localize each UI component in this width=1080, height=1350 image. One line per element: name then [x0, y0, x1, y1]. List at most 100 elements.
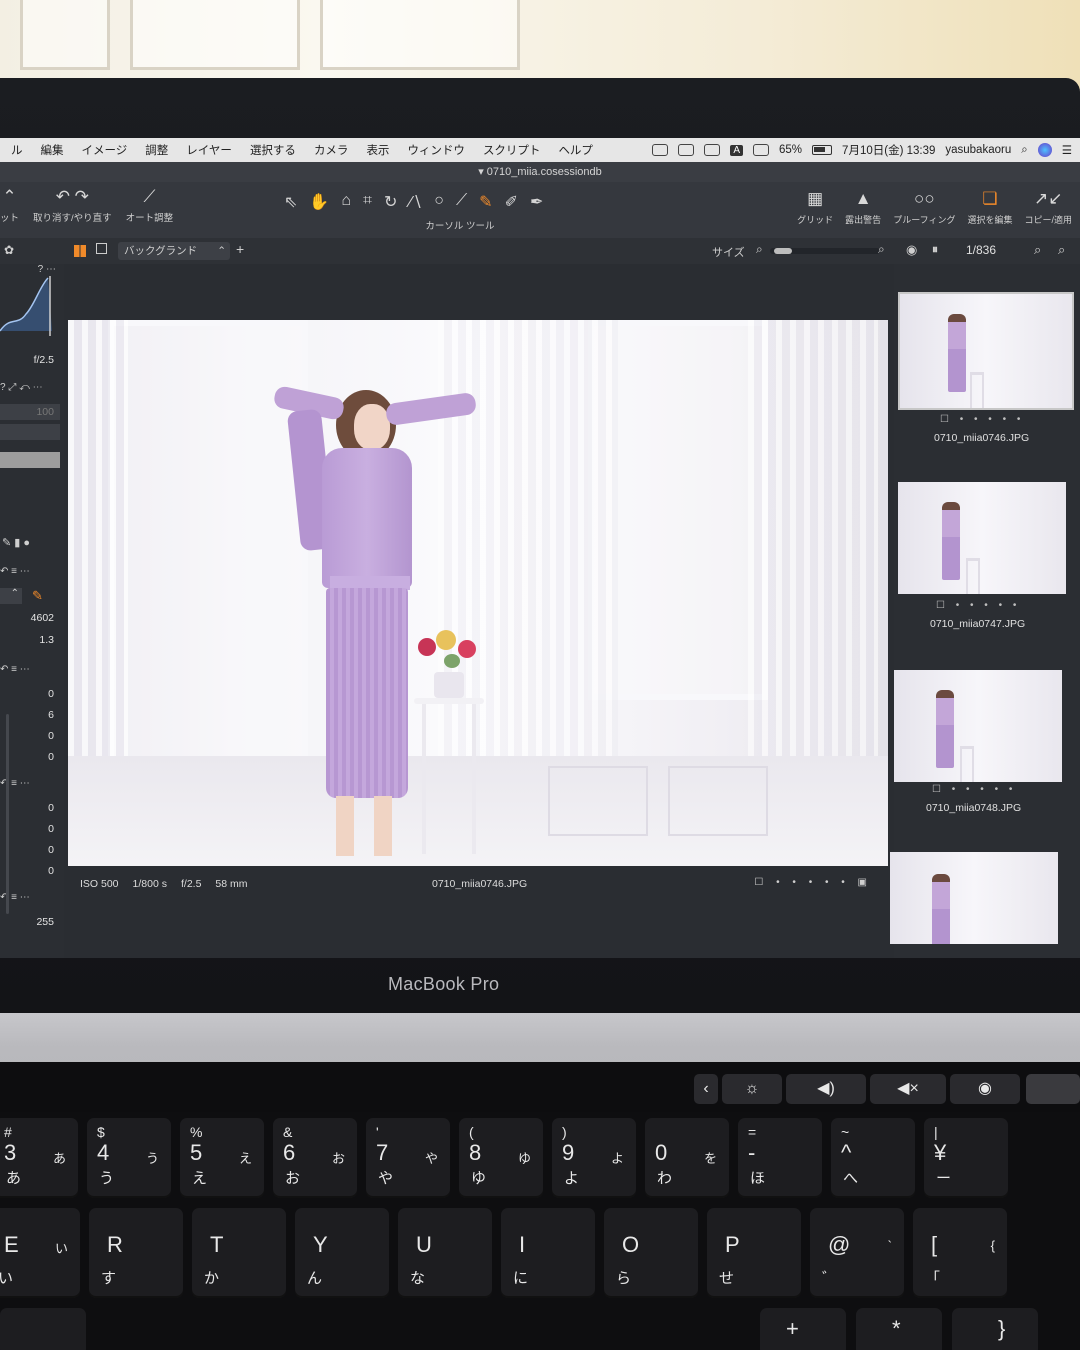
menu-item[interactable]: カメラ — [305, 142, 358, 158]
single-view-icon[interactable] — [96, 243, 107, 254]
panel-tools-icons[interactable]: ↶ ≡ ⋯ — [0, 566, 30, 577]
siri-icon[interactable]: ◉ — [950, 1074, 1020, 1104]
menu-item[interactable]: 調整 — [136, 142, 177, 158]
menu-item[interactable]: 表示 — [357, 142, 398, 158]
rotate-icon[interactable]: ↻ — [384, 192, 397, 212]
pan-hand-icon[interactable]: ✋ — [309, 192, 329, 212]
annotate-icon[interactable]: ✐ — [505, 192, 518, 212]
key[interactable]: Uな — [398, 1208, 492, 1298]
color-tag-icon[interactable]: ▣ — [858, 877, 872, 888]
exposure-warning-button[interactable]: ▲ 露出警告 — [845, 190, 881, 226]
viewer-rating[interactable]: ☐ • • • • • ▣ — [754, 877, 872, 888]
viewer-image[interactable] — [68, 320, 888, 866]
thumb-rating[interactable]: ☐ • • • • • — [932, 784, 1016, 795]
key[interactable]: Rす — [89, 1208, 183, 1298]
key[interactable]: * — [856, 1308, 942, 1350]
clock[interactable]: 7月10日(金) 13:39 — [842, 142, 935, 158]
thumb-rating[interactable]: ☐ • • • • • — [936, 600, 1020, 611]
pen-icon[interactable]: ✒ — [530, 192, 543, 212]
key[interactable]: Oら — [604, 1208, 698, 1298]
brush-icon[interactable]: ✎ — [479, 192, 492, 212]
panel-pick-icons[interactable]: ✎ ▮ ● — [2, 536, 30, 549]
panel-scrollbar[interactable] — [6, 714, 9, 914]
siri-icon[interactable] — [1037, 143, 1052, 157]
slider-bar[interactable] — [0, 424, 60, 440]
thumbnail-size-slider[interactable] — [770, 248, 880, 254]
wifi-icon[interactable] — [753, 144, 770, 156]
multi-view-icon[interactable] — [74, 245, 86, 257]
menu-item[interactable]: ヘルプ — [549, 142, 602, 158]
thumbnail[interactable] — [898, 482, 1066, 594]
menu-item[interactable]: ル — [2, 142, 32, 158]
menu-item[interactable]: イメージ — [73, 142, 137, 158]
menu-item[interactable]: 選択する — [241, 142, 305, 158]
grid-button[interactable]: ▦ グリッド — [797, 190, 833, 226]
undo-redo-button[interactable]: ↶ ↷ 取り消す/やり直す — [33, 188, 112, 225]
thumbnail[interactable] — [898, 292, 1074, 410]
key[interactable]: $4 うう — [87, 1118, 171, 1198]
spotlight-search-icon[interactable]: ⌕ — [1021, 144, 1027, 157]
key[interactable]: = - ほ — [738, 1118, 822, 1198]
menu-item[interactable]: レイヤー — [177, 142, 241, 158]
key[interactable]: ) 9 よよ — [552, 1118, 636, 1198]
key[interactable]: Iに — [501, 1208, 595, 1298]
key[interactable]: Tか — [192, 1208, 286, 1298]
key[interactable]: [{「 — [913, 1208, 1007, 1298]
thumb-rating[interactable]: ☐ • • • • • — [940, 414, 1024, 425]
screen-record-icon[interactable] — [652, 144, 669, 156]
input-source-icon[interactable]: A — [730, 144, 744, 156]
checkbox-icon[interactable]: ☐ — [754, 877, 768, 888]
edit-selection-button[interactable]: ❏ 選択を編集 — [967, 190, 1012, 226]
key[interactable]: Eいい — [0, 1208, 80, 1298]
notification-center-icon[interactable]: ☰ — [1062, 143, 1072, 157]
menu-item[interactable]: スクリプト — [474, 142, 550, 158]
key[interactable]: (8 ゆゆ — [459, 1118, 543, 1198]
airplay-icon[interactable] — [704, 144, 721, 156]
copy-apply-button[interactable]: ↗↙ コピー/適用 — [1024, 190, 1072, 226]
zoom-icon[interactable]: ⌂ — [341, 192, 351, 212]
display-icon[interactable] — [678, 144, 695, 156]
key[interactable]: ' 7 やや — [366, 1118, 450, 1198]
stepper-icon[interactable]: ⌃ — [0, 588, 22, 604]
key[interactable] — [0, 1308, 86, 1350]
key[interactable]: #3 ああ — [0, 1118, 78, 1198]
volume-icon[interactable]: ◀) — [786, 1074, 866, 1104]
thumbnail[interactable] — [894, 670, 1062, 782]
panel-tools-icons[interactable]: ↶ ≡ ⋯ — [0, 892, 30, 903]
key[interactable]: ~ ^ へ — [831, 1118, 915, 1198]
search-options-icon[interactable]: ⌕ — [1058, 242, 1065, 258]
image-viewer[interactable]: ISO 500 1/800 s f/2.5 58 mm 0710_miia074… — [64, 264, 894, 958]
key[interactable]: & 6 おお — [273, 1118, 357, 1198]
picker-icon[interactable]: ⟋ — [456, 192, 467, 212]
mute-icon[interactable]: ◀× — [870, 1074, 946, 1104]
add-layer-icon[interactable]: + — [236, 241, 244, 257]
auto-adjust-button[interactable]: ⟋ オート調整 — [126, 188, 174, 225]
import-group[interactable]: ⌃ ット — [0, 188, 19, 225]
proofing-button[interactable]: ○○ プルーフィング — [893, 190, 955, 226]
keystone-icon[interactable]: ∕∖ — [409, 192, 422, 212]
key[interactable]: % 5 ええ — [180, 1118, 264, 1198]
panel-tools-icons[interactable]: ? ⤢ ↶ ⋯ — [0, 382, 43, 393]
eye-icon[interactable]: ◉ — [906, 242, 917, 258]
filter-icon[interactable]: ⏸ — [932, 242, 938, 257]
flower-icon[interactable]: ✿ — [4, 243, 14, 257]
color-swatch[interactable] — [0, 452, 60, 468]
chevron-left-icon[interactable]: ‹ — [694, 1074, 718, 1104]
key[interactable]: + — [760, 1308, 846, 1350]
panel-tools-icons[interactable]: ↶ ≡ ⋯ — [0, 664, 30, 675]
thumbnail[interactable] — [890, 852, 1058, 944]
slider-knob[interactable] — [774, 248, 792, 254]
menu-item[interactable]: ウィンドウ — [398, 142, 474, 158]
key[interactable]: Yん — [295, 1208, 389, 1298]
select-arrow-icon[interactable]: ⇖ — [284, 192, 297, 212]
key[interactable]: | ¥ ー — [924, 1118, 1008, 1198]
touch-id-key[interactable] — [1026, 1074, 1080, 1104]
panel-tools-icons[interactable]: ↶ ≡ ⋯ — [0, 778, 30, 789]
key[interactable]: 0 をわ — [645, 1118, 729, 1198]
user-name[interactable]: yasubakaoru — [945, 144, 1011, 156]
panel-help-icon[interactable]: ? ⋯ — [38, 264, 56, 275]
brightness-icon[interactable]: ☼ — [722, 1074, 782, 1104]
spot-removal-icon[interactable]: ○ — [434, 192, 444, 212]
search-icon[interactable]: ⌕ — [1034, 242, 1041, 258]
battery-icon[interactable] — [812, 145, 833, 155]
